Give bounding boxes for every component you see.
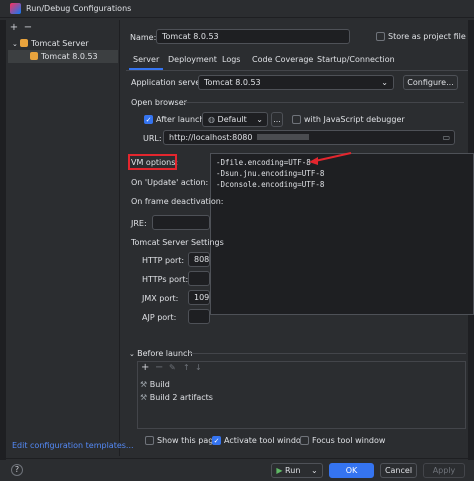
js-debugger-checkbox[interactable] [292, 115, 301, 124]
app-server-select[interactable]: Tomcat 8.0.53 ⌄ [198, 75, 394, 90]
tab-code-coverage[interactable]: Code Coverage [248, 52, 317, 70]
after-launch-label: After launch [156, 115, 205, 124]
vm-options-editor[interactable]: -Dfile.encoding=UTF-8 -Dsun.jnu.encoding=… [210, 153, 474, 315]
before-launch-label[interactable]: ⌄ Before launch [129, 349, 193, 358]
chevron-down-icon: ⌄ [256, 115, 263, 124]
http-port-field[interactable]: 8080 [188, 252, 210, 267]
url-redacted [257, 134, 310, 140]
http-port-label: HTTP port: [142, 256, 185, 265]
globe-icon: ◍ [208, 115, 218, 124]
ok-button[interactable]: OK [329, 463, 374, 478]
jmx-port-field[interactable]: 1099 [188, 290, 210, 305]
plus-icon[interactable]: + [8, 22, 20, 34]
intellij-app-icon [10, 3, 21, 14]
focus-tool-window-label: Focus tool window [312, 436, 386, 445]
edit-icon[interactable]: ✎ [169, 363, 176, 372]
tabs-divider [126, 70, 468, 71]
arrow-up-icon[interactable]: ↑ [183, 363, 190, 372]
plus-icon[interactable]: + [141, 362, 149, 373]
name-label: Name: [130, 33, 157, 42]
edit-templates-link[interactable]: Edit configuration templates... [12, 441, 134, 450]
hammer-icon: ⚒ [140, 380, 150, 389]
store-project-checkbox[interactable] [376, 32, 385, 41]
jmx-port-label: JMX port: [142, 294, 179, 303]
activate-tool-window-label: Activate tool window [224, 436, 308, 445]
tab-startup-connection[interactable]: Startup/Connection [313, 52, 399, 70]
before-launch-divider [190, 353, 466, 354]
minus-icon[interactable]: − [22, 22, 34, 34]
url-field[interactable]: http://localhost:8080 ▭ [163, 130, 455, 145]
browser-more-button[interactable]: ... [271, 112, 283, 127]
footer-divider [0, 458, 474, 459]
red-arrow-annotation [309, 152, 352, 165]
open-browser-divider [184, 102, 464, 103]
configurations-tree-panel [6, 20, 120, 456]
ajp-port-field[interactable] [188, 309, 210, 324]
cancel-button[interactable]: Cancel [380, 463, 417, 478]
arrow-down-icon[interactable]: ↓ [195, 363, 202, 372]
store-project-label: Store as project file [388, 32, 466, 41]
focus-tool-window-checkbox[interactable] [300, 436, 309, 445]
configure-button[interactable]: Configure... [403, 75, 458, 90]
tree-item-tomcat-8[interactable]: Tomcat 8.0.53 [8, 50, 118, 63]
chevron-down-icon: ⌄ [12, 40, 21, 48]
activate-tool-window-checkbox[interactable]: ✓ [212, 436, 221, 445]
minus-icon[interactable]: − [155, 362, 163, 373]
hammer-icon: ⚒ [140, 393, 150, 402]
browser-select[interactable]: ◍ Default ⌄ [202, 112, 268, 127]
chevron-down-icon: ⌄ [381, 78, 388, 87]
open-browser-label: Open browser [131, 98, 187, 107]
app-server-label: Application server: [131, 78, 207, 87]
before-launch-item-artifacts[interactable]: ⚒ Build 2 artifacts [140, 393, 213, 402]
on-update-label: On 'Update' action: [131, 178, 209, 187]
tomcat-settings-label: Tomcat Server Settings [131, 238, 224, 247]
url-label: URL: [143, 134, 162, 143]
play-icon: ▶ [276, 466, 286, 475]
vm-option-line-2: -Dsun.jnu.encoding=UTF-8 [216, 169, 325, 178]
tomcat-icon [20, 39, 29, 47]
tab-server[interactable]: Server [129, 52, 164, 70]
ajp-port-label: AJP port: [142, 313, 177, 322]
before-launch-item-build[interactable]: ⚒ Build [140, 380, 170, 389]
after-launch-checkbox[interactable]: ✓ [144, 115, 153, 124]
chevron-down-icon: ⌄ [129, 350, 138, 358]
tab-logs[interactable]: Logs [218, 52, 244, 70]
on-frame-label: On frame deactivation: [131, 197, 224, 206]
help-icon[interactable]: ? [11, 464, 23, 476]
apply-button[interactable]: Apply [423, 463, 465, 478]
https-port-field[interactable] [188, 271, 210, 286]
show-page-checkbox[interactable] [145, 436, 154, 445]
tab-deployment[interactable]: Deployment [164, 52, 221, 70]
tree-category-tomcat[interactable]: ⌄ Tomcat Server [12, 37, 118, 50]
https-port-label: HTTPs port: [142, 275, 189, 284]
jre-field[interactable] [152, 215, 210, 230]
tomcat-icon [30, 52, 38, 60]
chevron-down-icon: ⌄ [310, 466, 318, 475]
vm-option-line-3: -Dconsole.encoding=UTF-8 [216, 180, 325, 189]
folder-icon[interactable]: ▭ [442, 131, 450, 144]
js-debugger-label: with JavaScript debugger [304, 115, 405, 124]
vm-options-highlight-box [128, 154, 177, 170]
name-field[interactable]: Tomcat 8.0.53 [156, 29, 350, 44]
run-button[interactable]: ▶ Run ⌄ [271, 463, 323, 478]
window-title: Run/Debug Configurations [26, 4, 132, 13]
jre-label: JRE: [131, 219, 147, 228]
show-page-label: Show this page [157, 436, 219, 445]
